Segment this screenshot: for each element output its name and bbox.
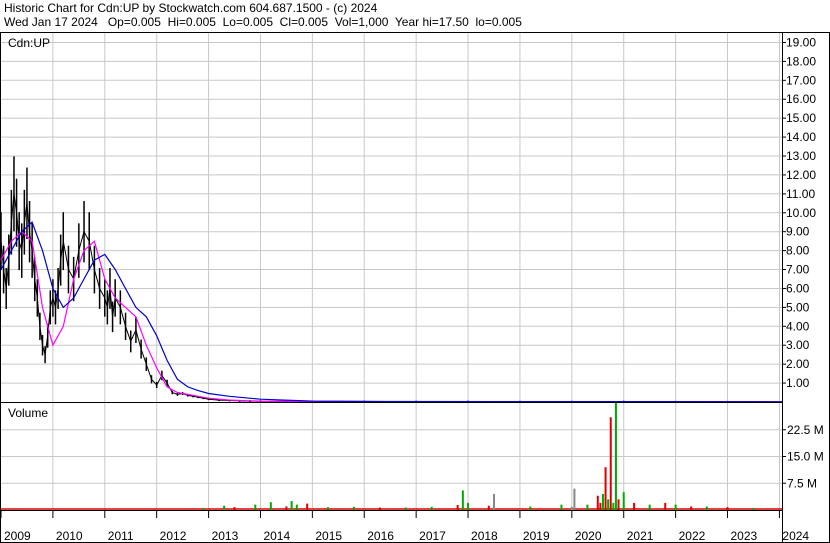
price-tick-label: 15.00 [786,111,816,125]
x-axis: 2009 2010 2011 2012 2013 2014 2015 2016 2017 2018… [0,510,809,543]
volume-bar [570,506,573,510]
price-tick-label: 19.00 [786,35,816,49]
price-tick-label: 8.00 [786,244,810,258]
volume-bar [614,403,617,510]
price-tick-label: 13.00 [786,149,816,163]
x-tick-label: 2024 [782,529,809,543]
x-tick-label: 2021 [627,529,654,543]
volume-bar [404,507,407,510]
volume-bar [617,499,620,510]
volume-tick-label: 15.0 M [787,450,824,464]
price-tick-label: 2.00 [786,357,810,371]
volume-bar [306,503,309,510]
volume-bar [609,417,612,510]
volume-bar [430,506,433,510]
price-tick-label: 4.00 [786,319,810,333]
x-tick-label: 2023 [731,529,758,543]
price-tick-label: 10.00 [786,206,816,220]
volume-bar [573,488,576,510]
price-tick-label: 9.00 [786,225,810,239]
volume-bar [726,507,729,510]
price-tick-label: 6.00 [786,281,810,295]
volume-bar [560,504,563,510]
volume-bar [290,501,293,510]
volume-bar [529,506,532,510]
volume-bar [604,467,607,510]
volume-bar [456,505,459,510]
x-tick-label: 2010 [56,529,83,543]
x-tick-label: 2017 [419,529,446,543]
x-tick-label: 2018 [471,529,498,543]
price-plot-area [0,32,783,403]
x-tick-label: 2019 [523,529,550,543]
volume-bar [674,504,677,510]
volume-bar [285,506,288,510]
price-y-axis: 1.00 2.00 3.00 4.00 5.00 6.00 7.00 8.00 9.00 10.0… [782,35,816,390]
price-tick-label: 12.00 [786,168,816,182]
volume-bar [352,506,355,510]
x-tick-label: 2009 [4,529,31,543]
price-tick-label: 17.00 [786,73,816,87]
volume-bar [612,502,615,510]
x-tick-label: 2022 [679,529,706,543]
volume-bar [752,507,755,510]
price-tick-label: 14.00 [786,130,816,144]
price-tick-label: 5.00 [786,300,810,314]
price-panel: 1.00 2.00 3.00 4.00 5.00 6.00 7.00 8.00 9.00 10.0… [0,32,816,403]
volume-bar [705,506,708,510]
volume-bar [254,504,257,510]
volume-y-axis: 7.5 M 15.0 M 22.5 M [782,423,824,490]
volume-bar [586,504,589,510]
price-tick-label: 7.00 [786,263,810,277]
volume-bar [633,502,636,510]
volume-bar [233,507,236,510]
volume-bar [622,492,625,510]
volume-bar [378,507,381,510]
price-tick-label: 18.00 [786,54,816,68]
volume-bar [690,506,693,510]
volume-bar [326,507,329,510]
volume-tick-label: 7.5 M [787,476,817,490]
volume-label: Volume [8,406,48,420]
volume-bar [664,502,667,510]
price-tick-label: 1.00 [786,376,810,390]
volume-bar [648,504,651,510]
x-tick-label: 2011 [108,529,134,543]
volume-bar [295,504,298,510]
volume-bar [202,507,205,510]
volume-bar [599,502,602,510]
historic-chart: 1.00 2.00 3.00 4.00 5.00 6.00 7.00 8.00 9.00 10.0… [0,32,830,543]
volume-bar [223,505,226,510]
volume-bar [607,499,610,510]
x-tick-label: 2014 [263,529,290,543]
price-tick-label: 16.00 [786,92,816,106]
volume-bar [601,493,604,510]
x-tick-label: 2015 [315,529,342,543]
price-tick-label: 3.00 [786,338,810,352]
volume-bar [492,493,495,510]
x-tick-label: 2012 [160,529,187,543]
price-tick-label: 11.00 [786,187,815,201]
volume-bar [487,505,490,510]
x-tick-label: 2020 [575,529,602,543]
x-tick-label: 2013 [212,529,239,543]
volume-bar [467,502,470,510]
volume-bar [461,490,464,510]
volume-tick-label: 22.5 M [787,423,824,437]
volume-bar [596,495,599,510]
symbol-label: Cdn:UP [8,36,50,50]
volume-bar [269,502,272,510]
volume-panel: 7.5 M 15.0 M 22.5 M Volume [0,402,824,511]
x-tick-label: 2016 [367,529,394,543]
